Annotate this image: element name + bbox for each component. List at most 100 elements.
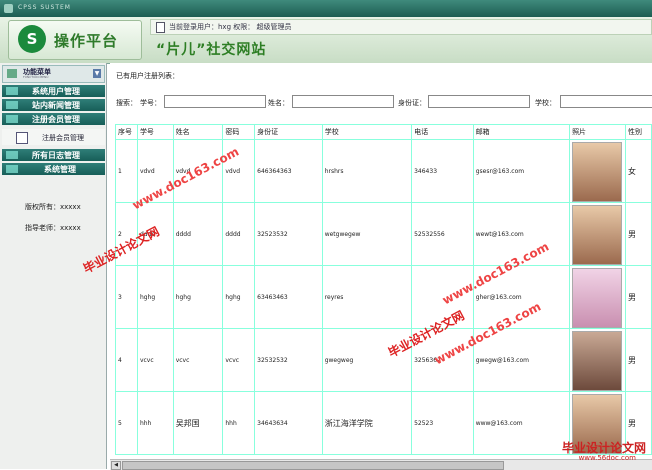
cell-school: wetgwegew — [321, 202, 413, 266]
cell-name: dddd — [172, 202, 224, 266]
folder-icon — [6, 165, 18, 173]
column-header: 密码 — [222, 124, 256, 140]
user-photo — [572, 330, 623, 391]
site-title: “片儿”社交网站 — [156, 42, 267, 58]
column-header: 姓名 — [172, 124, 224, 140]
function-menu-header[interactable]: 功能菜单 FUNCTION MENU ▼ — [2, 65, 105, 83]
user-info-text: 当前登录用户：hxg 权限： 超级管理员 — [169, 23, 292, 31]
sidebar-subitem-label: 注册会员管理 — [42, 134, 84, 142]
column-header: 性别 — [625, 124, 652, 140]
sidebar-item-label: 站内新闻管理 — [32, 101, 80, 110]
user-photo — [572, 204, 623, 265]
advisor-text: 指导老师：xxxxx — [25, 224, 81, 232]
sidebar-item-label: 注册会员管理 — [32, 115, 80, 124]
cell-idcard: 32532532 — [254, 328, 323, 392]
name-label: 姓名： — [268, 99, 289, 107]
cell-password: hhh — [222, 391, 256, 455]
logo-text: 操作平台 — [54, 32, 119, 50]
sidebar-item-label: 所有日志管理 — [32, 151, 80, 160]
column-header: 身份证 — [254, 124, 323, 140]
column-header: 学校 — [321, 124, 413, 140]
sidebar-item-system-users[interactable]: 系统用户管理 — [2, 85, 105, 97]
cell-school: hrshrs — [321, 139, 413, 203]
cell-password: hghg — [222, 265, 256, 329]
window-title: CPSS SUSTEM — [18, 4, 71, 11]
cell-password: dddd — [222, 202, 256, 266]
cell-idcard: 646364363 — [254, 139, 323, 203]
cell-school: 浙江海洋学院 — [321, 391, 413, 455]
table-row[interactable]: 2 dddd dddd dddd 32523532 wetgwegew 5253… — [115, 202, 652, 266]
cell-phone: 346433 — [411, 139, 474, 203]
folder-icon — [6, 101, 18, 109]
cell-phone: 52523 — [411, 391, 474, 455]
cell-phone: 52532556 — [411, 202, 474, 266]
column-header: 邮箱 — [472, 124, 571, 140]
cell-photo — [569, 139, 627, 203]
column-header: 学号 — [136, 124, 174, 140]
cell-idcard: 32523532 — [254, 202, 323, 266]
search-label: 搜索： — [116, 99, 137, 107]
cell-gender: 女 — [625, 139, 652, 203]
page-title: 已有用户注册列表： — [116, 72, 179, 80]
cell-no: 3 — [115, 265, 138, 329]
folder-icon — [6, 151, 18, 159]
sidebar-item-news[interactable]: 站内新闻管理 — [2, 99, 105, 111]
cell-gender: 男 — [625, 328, 652, 392]
id-card-input[interactable] — [428, 95, 530, 108]
school-label: 学校： — [535, 99, 556, 107]
user-info-bar: 当前登录用户：hxg 权限： 超级管理员 — [150, 19, 652, 35]
cell-school: reyres — [321, 265, 413, 329]
bank-logo-icon: S — [18, 25, 46, 53]
menu-icon — [7, 69, 17, 78]
cell-idcard: 63463463 — [254, 265, 323, 329]
app-icon — [4, 4, 13, 13]
search-bar: 搜索： 学号： 姓名： 身份证： 学校： — [110, 93, 652, 111]
main-content: 已有用户注册列表： 搜索： 学号： 姓名： 身份证： 学校： 序号 学号 姓名 … — [110, 63, 652, 459]
menu-subtitle: FUNCTION MENU — [23, 75, 49, 79]
cell-gender: 男 — [625, 202, 652, 266]
user-photo — [572, 141, 623, 202]
window-titlebar: CPSS SUSTEM — [0, 0, 652, 17]
cell-sid: hghg — [136, 265, 174, 329]
sidebar-item-system[interactable]: 系统管理 — [2, 163, 105, 175]
chevron-down-icon[interactable]: ▼ — [93, 69, 101, 78]
school-input[interactable] — [560, 95, 652, 108]
logo: S 操作平台 — [8, 20, 142, 60]
cell-password: vcvc — [222, 328, 256, 392]
name-input[interactable] — [292, 95, 394, 108]
student-id-input[interactable] — [164, 95, 266, 108]
column-header: 序号 — [115, 124, 138, 140]
sidebar-item-label: 系统用户管理 — [32, 87, 80, 96]
cell-no: 1 — [115, 139, 138, 203]
id-card-label: 身份证： — [398, 99, 426, 107]
cell-no: 4 — [115, 328, 138, 392]
sidebar-subitem-member-manage[interactable]: 注册会员管理 — [2, 129, 105, 145]
cell-photo — [569, 202, 627, 266]
folder-icon — [6, 115, 18, 123]
sidebar-item-label: 系统管理 — [44, 165, 76, 174]
table-row[interactable]: 4 vcvc vcvc vcvc 32532532 gwegweg 325636… — [115, 328, 652, 392]
cell-sid: hhh — [136, 391, 174, 455]
cell-no: 5 — [115, 391, 138, 455]
copyright-text: 版权所有：xxxxx — [25, 203, 81, 211]
cell-email: gsesr@163.com — [472, 139, 571, 203]
table-row[interactable]: 3 hghg hghg hghg 63463463 reyres gher@16… — [115, 265, 652, 329]
cell-gender: 男 — [625, 265, 652, 329]
document-icon — [156, 22, 165, 33]
header: S 操作平台 当前登录用户：hxg 权限： 超级管理员 “片儿”社交网站 — [0, 17, 652, 64]
student-id-label: 学号： — [140, 99, 161, 107]
bottom-logo-url: www.56doc.com — [578, 454, 636, 462]
cell-name: vcvc — [172, 328, 224, 392]
document-icon — [16, 132, 28, 144]
cell-photo — [569, 328, 627, 392]
cell-photo — [569, 265, 627, 329]
column-header: 照片 — [569, 124, 627, 140]
column-header: 电话 — [411, 124, 474, 140]
table-header: 序号 学号 姓名 密码 身份证 学校 电话 邮箱 照片 性别 — [115, 124, 652, 140]
cell-idcard: 34643634 — [254, 391, 323, 455]
cell-sid: vcvc — [136, 328, 174, 392]
bottom-logo: 毕业设计论文网 www.56doc.com — [486, 439, 646, 465]
sidebar-item-logs[interactable]: 所有日志管理 — [2, 149, 105, 161]
sidebar-item-members[interactable]: 注册会员管理 — [2, 113, 105, 125]
folder-icon — [6, 87, 18, 95]
